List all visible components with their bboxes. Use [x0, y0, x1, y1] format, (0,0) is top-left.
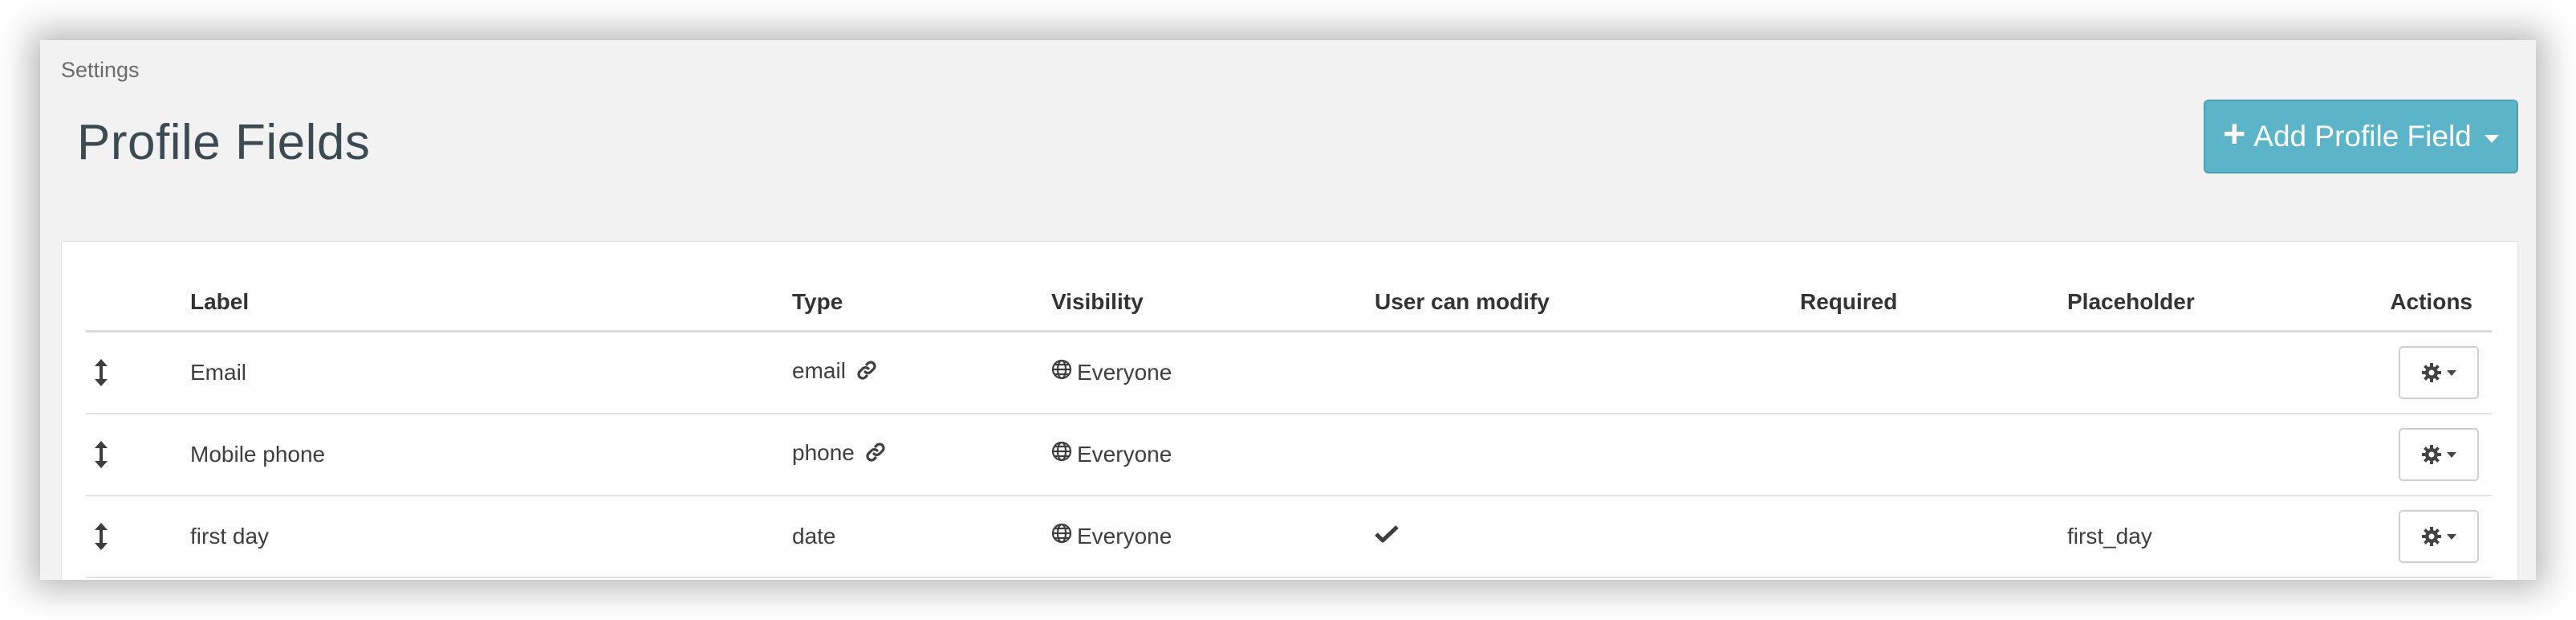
required-cell	[1800, 496, 2067, 578]
field-label: Email	[190, 331, 792, 414]
caret-down-icon	[2447, 533, 2456, 540]
gear-icon	[2422, 445, 2441, 464]
field-type: date	[792, 496, 1051, 578]
table-row: first day date Everyone first_day	[86, 496, 2492, 578]
header-label: Label	[190, 266, 792, 332]
field-label: Mobile phone	[190, 414, 792, 496]
field-visibility: Everyone	[1051, 496, 1375, 578]
header-drag	[86, 266, 190, 332]
field-type-text: date	[792, 524, 836, 549]
profile-fields-panel: Label Type Visibility User can modify Re…	[61, 241, 2518, 580]
vertical-arrows-icon	[94, 523, 190, 550]
add-profile-field-label: Add Profile Field	[2253, 120, 2472, 153]
actions-cell	[2388, 496, 2492, 578]
breadcrumb[interactable]: Settings	[61, 58, 140, 83]
field-type-text: email	[792, 358, 846, 384]
header-visibility: Visibility	[1051, 266, 1375, 332]
check-icon	[1375, 524, 1399, 549]
field-type-text: phone	[792, 440, 855, 466]
header-required: Required	[1800, 266, 2067, 332]
field-visibility: Everyone	[1051, 331, 1375, 414]
placeholder-cell	[2067, 414, 2388, 496]
globe-icon	[1051, 441, 1072, 467]
header-type: Type	[792, 266, 1051, 332]
placeholder-cell: first_day	[2067, 496, 2388, 578]
visibility-text: Everyone	[1077, 359, 1172, 385]
caret-down-icon	[2447, 369, 2456, 376]
placeholder-cell	[2067, 331, 2388, 414]
vertical-arrows-icon	[94, 359, 190, 386]
row-actions-button[interactable]	[2399, 346, 2479, 399]
field-label: first day	[190, 496, 792, 578]
plus-icon: +	[2223, 113, 2246, 156]
row-actions-button[interactable]	[2399, 428, 2479, 481]
header-placeholder: Placeholder	[2067, 266, 2388, 332]
link-icon[interactable]	[864, 441, 887, 469]
header-actions: Actions	[2388, 266, 2492, 332]
actions-cell	[2388, 331, 2492, 414]
field-visibility: Everyone	[1051, 414, 1375, 496]
drag-handle[interactable]	[86, 414, 190, 496]
page-title: Profile Fields	[77, 115, 371, 170]
link-icon[interactable]	[855, 359, 878, 387]
required-cell	[1800, 414, 2067, 496]
field-type: email	[792, 331, 1051, 414]
profile-fields-table: Label Type Visibility User can modify Re…	[86, 266, 2492, 578]
globe-icon	[1051, 523, 1072, 549]
table-row: Mobile phone phone Everyone	[86, 414, 2492, 496]
globe-icon	[1051, 359, 1072, 385]
required-cell	[1800, 331, 2067, 414]
visibility-text: Everyone	[1077, 523, 1172, 549]
table-row: Email email Everyone	[86, 331, 2492, 414]
drag-handle[interactable]	[86, 496, 190, 578]
actions-cell	[2388, 414, 2492, 496]
caret-down-icon	[2447, 451, 2456, 458]
caret-down-icon	[2484, 135, 2499, 143]
field-type: phone	[792, 414, 1051, 496]
vertical-arrows-icon	[94, 441, 190, 468]
drag-handle[interactable]	[86, 331, 190, 414]
settings-window: Settings Profile Fields + Add Profile Fi…	[40, 40, 2536, 580]
user-can-modify-cell	[1375, 331, 1800, 414]
gear-icon	[2422, 363, 2441, 382]
add-profile-field-button[interactable]: + Add Profile Field	[2204, 100, 2518, 173]
row-actions-button[interactable]	[2399, 510, 2479, 563]
table-header-row: Label Type Visibility User can modify Re…	[86, 266, 2492, 332]
gear-icon	[2422, 527, 2441, 546]
visibility-text: Everyone	[1077, 441, 1172, 467]
user-can-modify-cell	[1375, 414, 1800, 496]
header-user-can-modify: User can modify	[1375, 266, 1800, 332]
user-can-modify-cell	[1375, 496, 1800, 578]
